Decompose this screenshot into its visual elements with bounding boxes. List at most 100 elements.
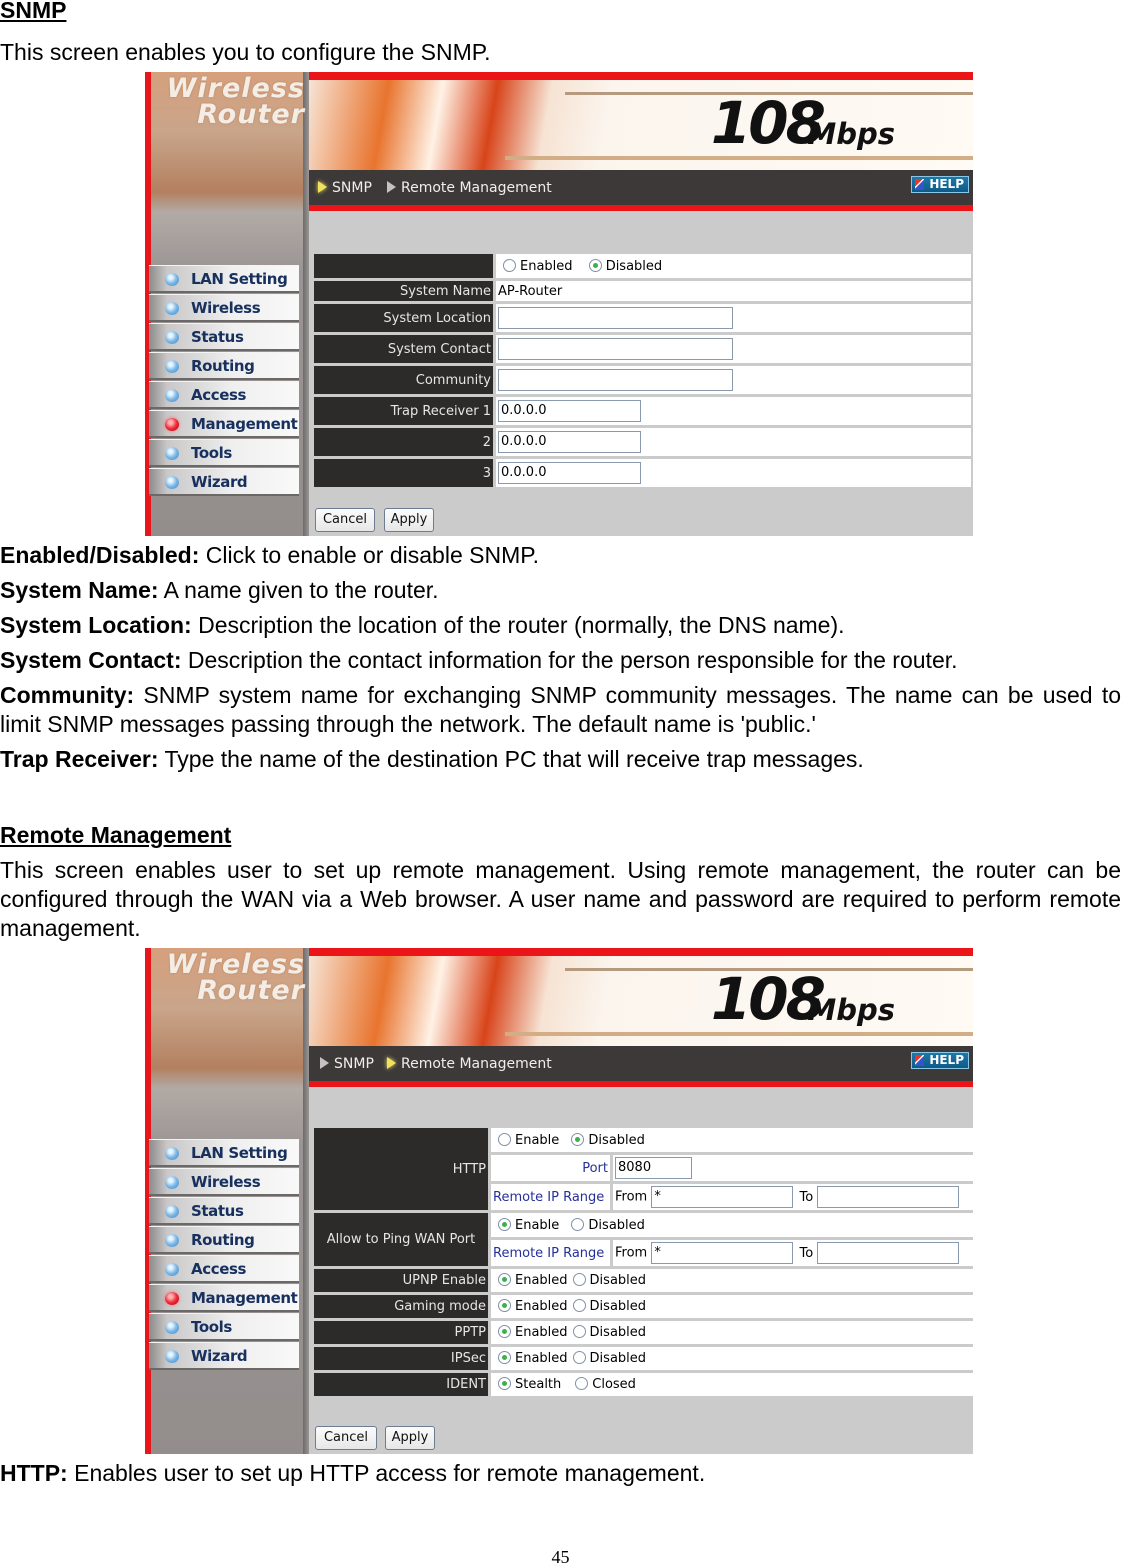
- snmp-disabled-radio[interactable]: [588, 258, 602, 272]
- menu-item-management[interactable]: Management: [149, 410, 299, 438]
- http-from-input[interactable]: *: [651, 1186, 794, 1208]
- tab-remote-management[interactable]: Remote Management: [387, 1056, 552, 1072]
- snmp-enabled-radio[interactable]: [503, 258, 516, 272]
- definition: Type the name of the destination PC that…: [158, 746, 864, 772]
- trap-receiver-3-input[interactable]: 0.0.0.0: [498, 462, 641, 484]
- definition: SNMP system name for exchanging SNMP com…: [0, 682, 1121, 737]
- remote-management-screenshot: Wireless Router 108 Mbps SNMP Remote Mana…: [145, 948, 973, 1454]
- trap-receiver-1-input[interactable]: 0.0.0.0: [498, 400, 641, 422]
- bullet-icon: [165, 1350, 179, 1363]
- cancel-button[interactable]: Cancel: [315, 1426, 377, 1450]
- tab-snmp[interactable]: SNMP: [318, 180, 372, 196]
- pptp-row: PPTP Enabled Disabled: [314, 1321, 973, 1344]
- menu-item-tools[interactable]: Tools: [149, 1313, 299, 1341]
- menu-item-routing[interactable]: Routing: [149, 1226, 299, 1254]
- menu-item-wireless[interactable]: Wireless: [149, 1168, 299, 1196]
- bullet-icon: [165, 1205, 179, 1218]
- desc-http: HTTP: Enables user to set up HTTP access…: [0, 1459, 705, 1488]
- menu-label: Routing: [191, 357, 255, 375]
- system-location-input[interactable]: [498, 307, 733, 329]
- definition: Click to enable or disable SNMP.: [199, 542, 540, 568]
- ping-enable-radio[interactable]: [498, 1217, 511, 1231]
- upnp-enabled-radio[interactable]: [498, 1273, 511, 1286]
- menu-item-management[interactable]: Management: [149, 1284, 299, 1312]
- http-to-input[interactable]: [817, 1186, 960, 1208]
- ident-closed-radio[interactable]: [575, 1377, 589, 1390]
- apply-button[interactable]: Apply: [384, 508, 434, 532]
- menu-item-status[interactable]: Status: [149, 1197, 299, 1225]
- apply-button[interactable]: Apply: [385, 1426, 435, 1450]
- row-value: Enabled Disabled: [488, 1321, 973, 1344]
- snmp-screenshot: Wireless Router 108 Mbps SNMP Remote Mana…: [145, 72, 973, 536]
- row-value: Enable Disabled: [488, 1128, 973, 1152]
- menu-label: Wizard: [191, 1347, 248, 1365]
- remote-management-form: HTTP Enable Disabled Port 8080 Remote IP…: [314, 1125, 973, 1399]
- pptp-disabled-radio[interactable]: [572, 1325, 586, 1338]
- gaming-mode-row: Gaming mode Enabled Disabled: [314, 1295, 973, 1318]
- row-value: 0.0.0.0: [493, 397, 971, 425]
- menu-item-wizard[interactable]: Wizard: [149, 468, 299, 496]
- logo-line2: Router: [197, 99, 305, 130]
- desc-system-name: System Name: A name given to the router.: [0, 576, 439, 605]
- system-contact-row: System Contact: [314, 335, 971, 363]
- menu-item-lan-setting[interactable]: LAN Setting: [149, 1139, 299, 1167]
- menu-item-tools[interactable]: Tools: [149, 439, 299, 467]
- menu-label: LAN Setting: [191, 1144, 288, 1162]
- http-label: HTTP: [314, 1128, 488, 1210]
- menu-item-wireless[interactable]: Wireless: [149, 294, 299, 322]
- row-value: Stealth Closed: [488, 1373, 973, 1396]
- ping-to-input[interactable]: [817, 1242, 960, 1264]
- http-disabled-radio[interactable]: [571, 1132, 585, 1146]
- tab-remote-management[interactable]: Remote Management: [387, 180, 552, 196]
- pptp-enabled-radio[interactable]: [498, 1325, 511, 1338]
- ident-label: IDENT: [314, 1373, 488, 1396]
- bullet-icon: [165, 476, 179, 489]
- system-name-row: System Name AP-Router: [314, 281, 971, 301]
- ping-disabled-radio[interactable]: [571, 1217, 585, 1231]
- menu-item-access[interactable]: Access: [149, 1255, 299, 1283]
- system-name-label: System Name: [314, 281, 493, 301]
- definition: Enables user to set up HTTP access for r…: [67, 1460, 706, 1486]
- help-button[interactable]: HELP: [911, 1052, 969, 1069]
- row-value: 0.0.0.0: [493, 428, 971, 456]
- radio-label: Enabled: [520, 258, 573, 274]
- ident-stealth-radio[interactable]: [498, 1377, 511, 1390]
- upnp-disabled-radio[interactable]: [572, 1273, 586, 1286]
- ping-from-input[interactable]: *: [651, 1242, 794, 1264]
- to-label: To: [799, 1189, 814, 1205]
- content-area: Enabled Disabled System Name AP-Router S…: [309, 211, 973, 536]
- snmp-intro: This screen enables you to configure the…: [0, 39, 491, 65]
- bullet-icon: [165, 1321, 179, 1334]
- desc-community: Community: SNMP system name for exchangi…: [0, 681, 1121, 739]
- port-input[interactable]: 8080: [615, 1157, 692, 1179]
- tab-snmp[interactable]: SNMP: [320, 1056, 374, 1072]
- row-value: Enabled Disabled: [488, 1347, 973, 1370]
- speed-badge: 108: [710, 89, 826, 157]
- help-button[interactable]: HELP: [911, 176, 969, 193]
- ipsec-enabled-radio[interactable]: [498, 1351, 511, 1364]
- pptp-label: PPTP: [314, 1321, 488, 1344]
- ipsec-disabled-radio[interactable]: [572, 1351, 586, 1364]
- radio-label: Disabled: [589, 1325, 647, 1340]
- tab-label: SNMP: [334, 1056, 374, 1072]
- radio-label: Disabled: [589, 1299, 647, 1314]
- trap-receiver-row: Trap Receiver 1 0.0.0.0: [314, 397, 971, 425]
- system-contact-input[interactable]: [498, 338, 733, 360]
- bullet-icon: [165, 447, 179, 460]
- http-enable-radio[interactable]: [498, 1132, 511, 1146]
- gaming-enabled-radio[interactable]: [498, 1299, 511, 1312]
- menu-item-lan-setting[interactable]: LAN Setting: [149, 265, 299, 293]
- community-input[interactable]: [498, 369, 733, 391]
- menu-label: LAN Setting: [191, 270, 288, 288]
- gaming-disabled-radio[interactable]: [572, 1299, 586, 1312]
- menu-item-wizard[interactable]: Wizard: [149, 1342, 299, 1370]
- menu-item-routing[interactable]: Routing: [149, 352, 299, 380]
- radio-label: Disabled: [589, 1351, 647, 1366]
- menu-item-status[interactable]: Status: [149, 323, 299, 351]
- menu-label: Wireless: [191, 299, 261, 317]
- cancel-button[interactable]: Cancel: [315, 508, 375, 532]
- menu-item-access[interactable]: Access: [149, 381, 299, 409]
- trap-receiver-2-input[interactable]: 0.0.0.0: [498, 431, 641, 453]
- arrow-icon: [387, 181, 396, 193]
- bullet-icon: [165, 1263, 179, 1276]
